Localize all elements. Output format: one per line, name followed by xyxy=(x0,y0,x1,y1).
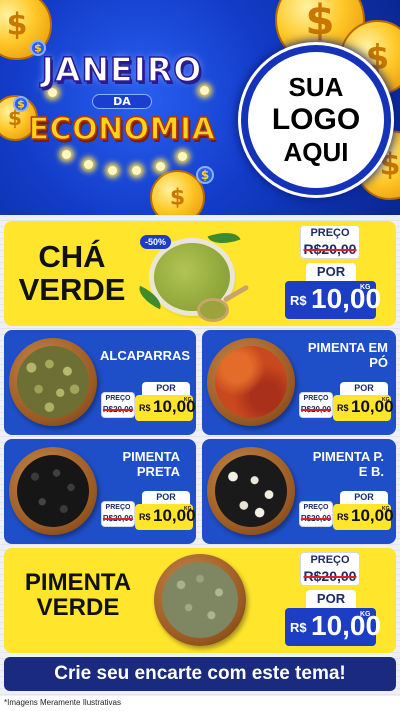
product-card-pimenta-em-po[interactable]: PIMENTA EM PÓ POR PREÇO R$20,00 R$ 10,00… xyxy=(202,330,396,435)
marquee-light xyxy=(108,166,117,175)
mixed-pepper-bowl-icon xyxy=(207,447,295,535)
old-price-tag: PREÇO R$20,00 xyxy=(300,552,360,586)
por-label: POR xyxy=(306,590,356,608)
create-flyer-button[interactable]: Crie seu encarte com este tema! xyxy=(4,657,396,691)
marquee-light xyxy=(48,88,57,97)
product-name: PIMENTA VERDE xyxy=(24,569,132,622)
old-price-tag: PREÇO R$20,00 xyxy=(299,392,333,418)
headline-economia: ECONOMIA xyxy=(28,111,216,148)
por-label: POR xyxy=(306,263,356,281)
old-price-tag: PREÇO R$20,00 xyxy=(101,392,135,418)
pepper-powder-bowl-icon xyxy=(207,338,295,426)
black-pepper-bowl-icon xyxy=(9,447,97,535)
headline-janeiro: JANEIRO xyxy=(41,49,203,90)
product-name: CHÁ VERDE xyxy=(18,239,126,307)
discount-badge: -50% xyxy=(140,235,172,249)
header-banner: $ $ $ $ $ $ $ $ $ JANEIRO DA ECONOMIA SU… xyxy=(0,0,400,215)
old-price-tag: PREÇO R$20,00 xyxy=(101,501,135,527)
marquee-light xyxy=(84,160,93,169)
tea-leaf-icon xyxy=(207,226,241,250)
product-card-pimenta-p-e-b[interactable]: PIMENTA P. E B. POR PREÇO R$20,00 R$ 10,… xyxy=(202,439,396,544)
old-price-tag: PREÇO R$20,00 xyxy=(300,225,360,259)
marquee-light xyxy=(178,152,187,161)
logo-placeholder[interactable]: SUA LOGO AQUI xyxy=(241,45,391,195)
green-tea-bowl-icon xyxy=(154,243,230,311)
marquee-light xyxy=(62,150,71,159)
capers-bowl-icon xyxy=(9,338,97,426)
por-label: POR xyxy=(142,382,190,395)
new-price-tag: R$ 10,00 KG xyxy=(285,281,381,319)
product-card-alcaparras[interactable]: ALCAPARRAS POR PREÇO R$20,00 R$ 10,00 KG xyxy=(4,330,196,435)
spoon-icon xyxy=(200,301,226,319)
coin-icon: $ xyxy=(13,96,29,112)
featured-card-cha-verde[interactable]: CHÁ VERDE -50% PREÇO R$20,00 POR R$ 10,0… xyxy=(4,221,396,326)
logo-text-logo: LOGO xyxy=(271,103,361,136)
new-price-tag: R$ 10,00 KG xyxy=(135,504,196,530)
logo-text-aqui: AQUI xyxy=(283,137,349,167)
product-name: PIMENTA P. E B. xyxy=(312,449,384,479)
marquee-light xyxy=(132,166,141,175)
por-label: POR xyxy=(142,491,190,504)
marquee-light xyxy=(156,162,165,171)
product-name: PIMENTA EM PÓ xyxy=(307,340,388,370)
old-price-tag: PREÇO R$20,00 xyxy=(299,501,333,527)
green-pepper-bowl-icon xyxy=(154,554,246,646)
new-price-tag: R$ 10,00 KG xyxy=(333,504,394,530)
disclaimer-text: *Imagens Meramente Ilustrativas xyxy=(4,698,121,707)
new-price-tag: R$ 10,00 KG xyxy=(333,395,394,421)
featured-card-pimenta-verde[interactable]: PIMENTA VERDE PREÇO R$20,00 POR R$ 10,00… xyxy=(4,548,396,653)
new-price-tag: R$ 10,00 KG xyxy=(135,395,196,421)
new-price-tag: R$ 10,00 KG xyxy=(285,608,381,646)
headline-da: DA xyxy=(92,94,152,109)
por-label: POR xyxy=(340,491,388,504)
logo-text-sua: SUA xyxy=(288,72,344,102)
product-name: ALCAPARRAS xyxy=(100,348,191,363)
product-name: PIMENTA PRETA xyxy=(122,449,180,479)
por-label: POR xyxy=(340,382,388,395)
product-card-pimenta-preta[interactable]: PIMENTA PRETA POR PREÇO R$20,00 R$ 10,00… xyxy=(4,439,196,544)
coin-icon: $ xyxy=(196,166,214,184)
